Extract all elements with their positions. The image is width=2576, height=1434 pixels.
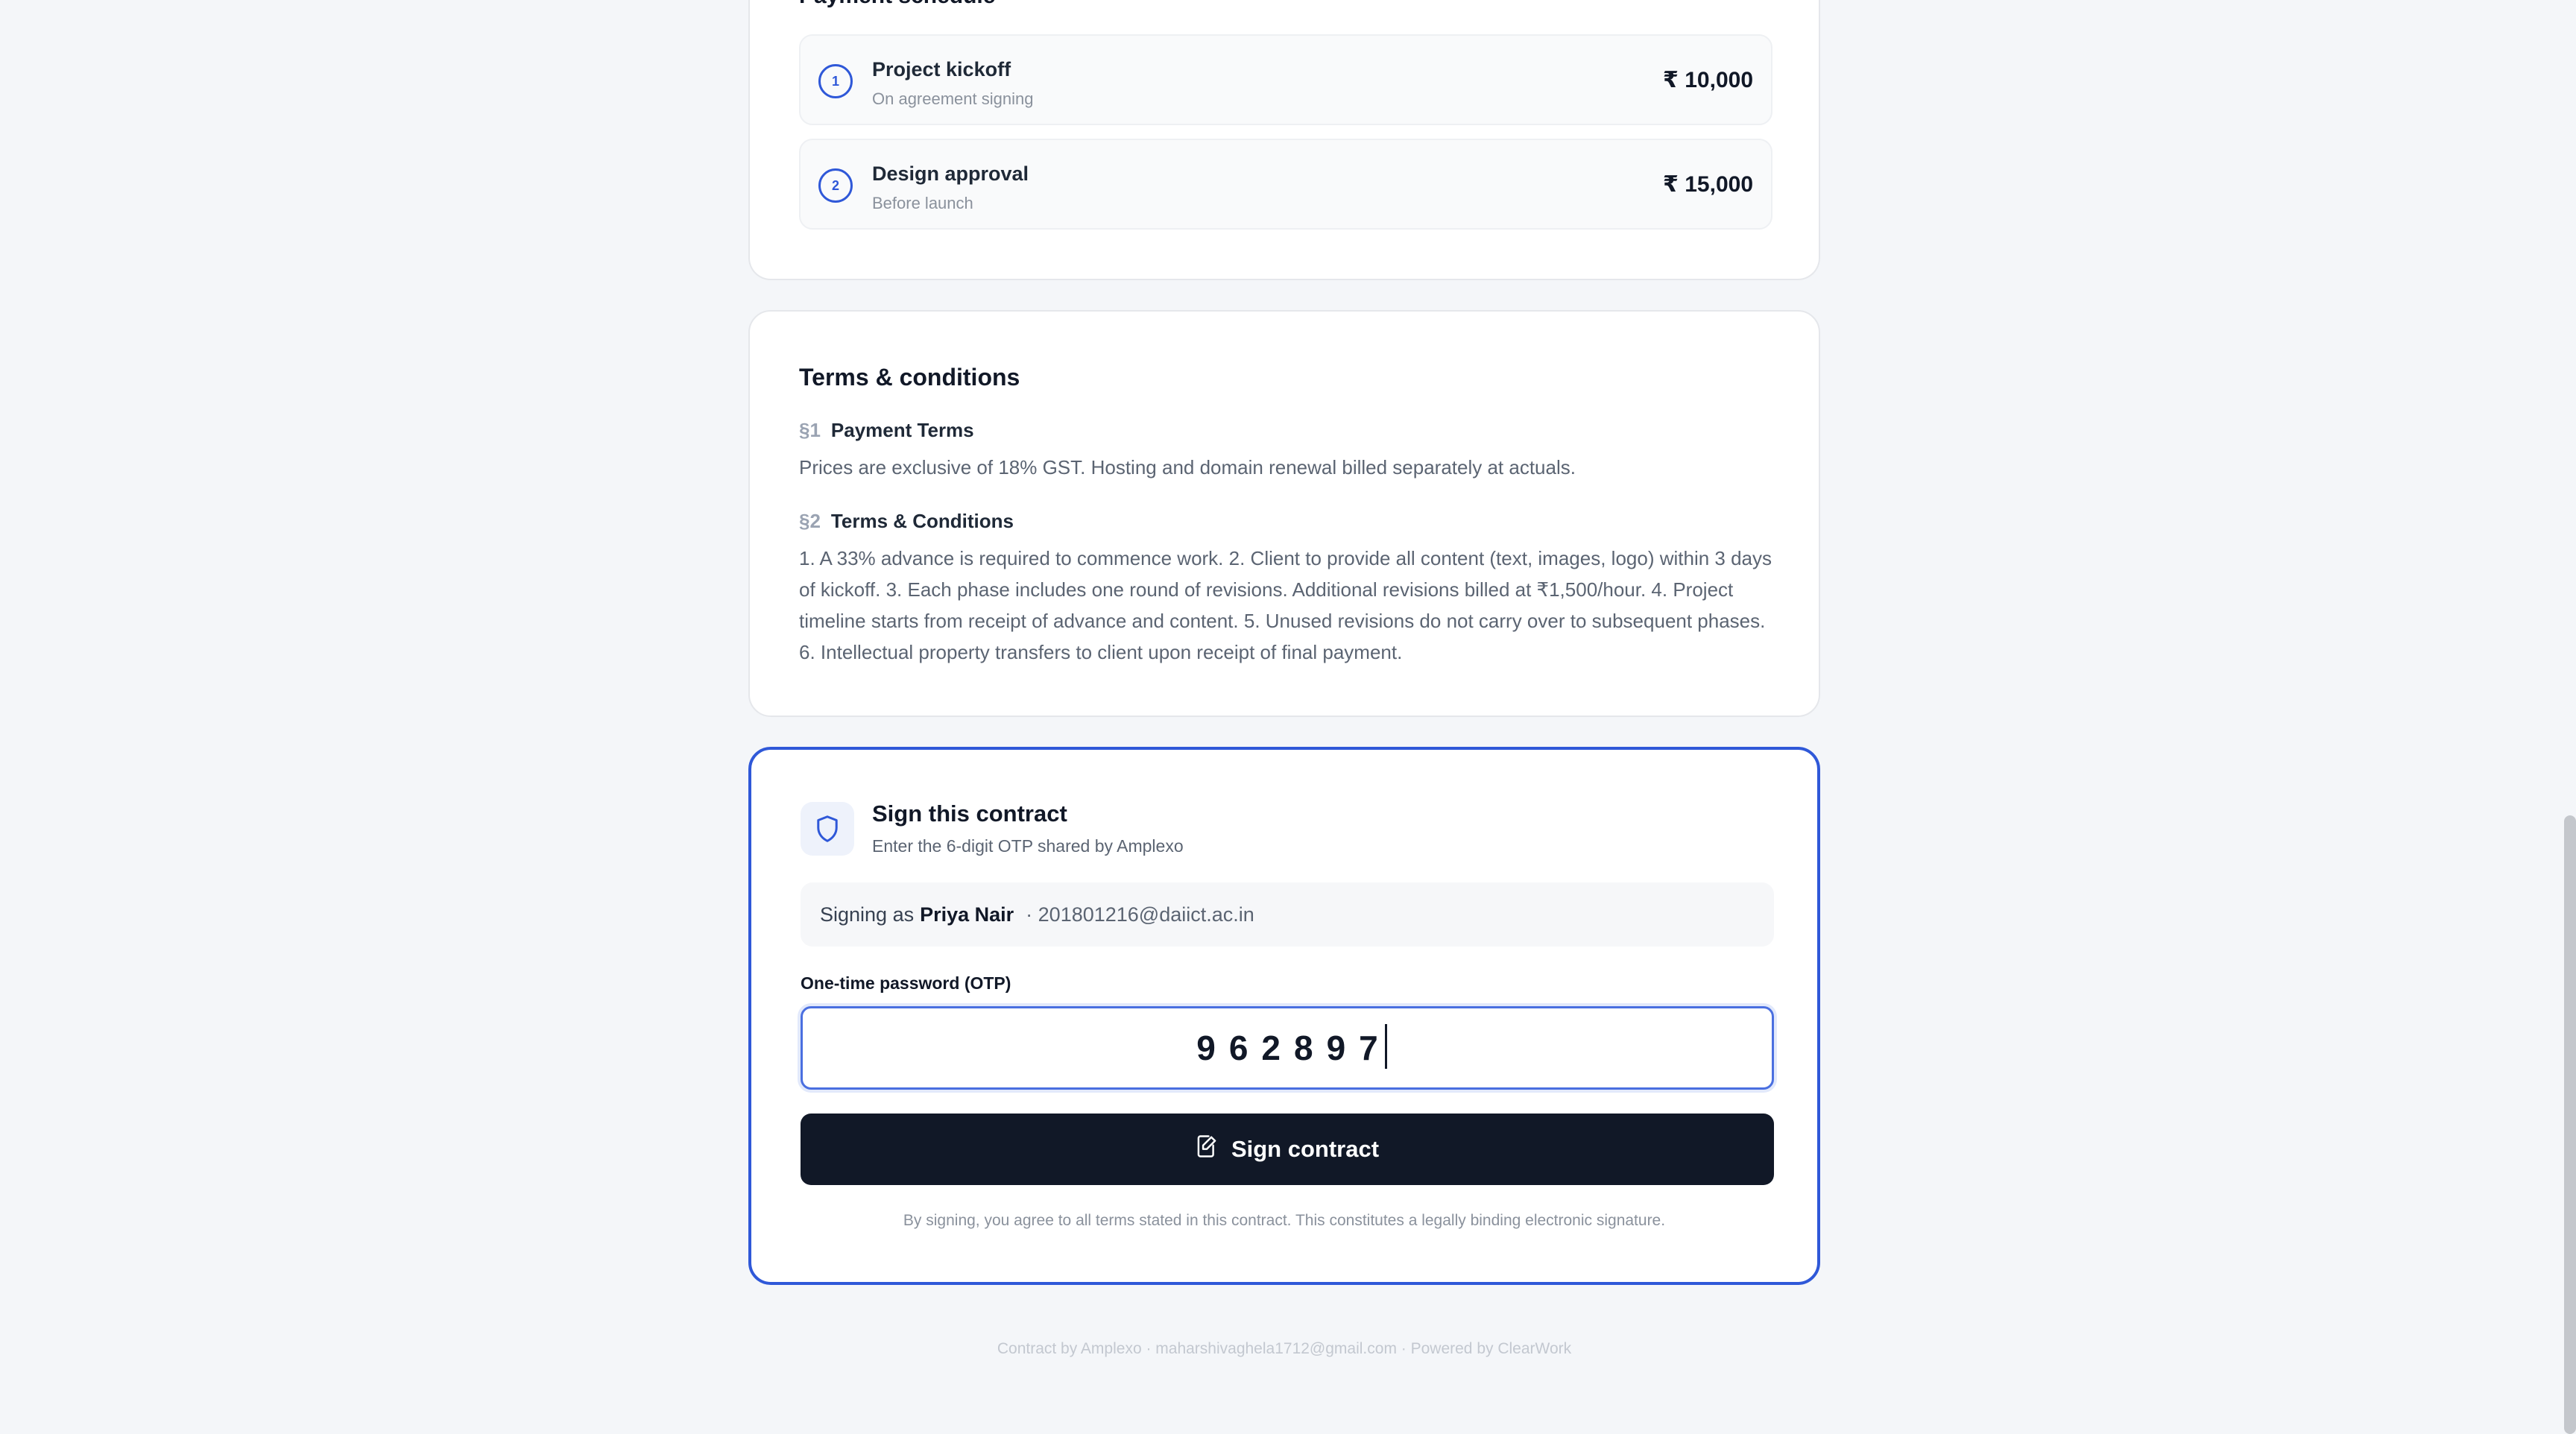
signer-email: · 201801216@daiict.ac.in [1026, 903, 1254, 926]
clause-body: 1. A 33% advance is required to commence… [799, 547, 1772, 663]
clause-body: Prices are exclusive of 18% GST. Hosting… [799, 456, 1576, 478]
sign-title: Sign this contract [872, 800, 1067, 827]
otp-input[interactable] [801, 1006, 1774, 1090]
text-caret [1385, 1024, 1387, 1069]
clause-section-number: §2 [799, 510, 821, 532]
payment-schedule-title: Payment schedule [799, 0, 995, 9]
milestone-amount: ₹ 15,000 [1663, 172, 1753, 197]
clause-heading: §1 Payment Terms [799, 419, 974, 442]
sign-contract-button[interactable]: Sign contract [801, 1114, 1774, 1185]
milestone-number: 1 [818, 64, 853, 98]
milestone-amount: ₹ 10,000 [1663, 68, 1753, 92]
signature-icon [1196, 1134, 1218, 1164]
scrollbar-thumb[interactable] [2564, 815, 2576, 1434]
clause-section-number: §1 [799, 419, 821, 441]
signer-info: Signing as Priya Nair · 201801216@daiict… [801, 882, 1774, 947]
sign-contract-card: Sign this contract Enter the 6-digit OTP… [748, 747, 1820, 1285]
milestone-subtitle: Before launch [872, 194, 973, 212]
contract-page: Payment schedule 1 Project kickoff On ag… [0, 0, 2576, 1434]
milestone-subtitle: On agreement signing [872, 89, 1034, 108]
sign-subtitle: Enter the 6-digit OTP shared by Amplexo [872, 836, 1184, 856]
legal-disclaimer: By signing, you agree to all terms state… [903, 1212, 1666, 1229]
shield-icon [801, 802, 854, 856]
milestone-number: 2 [818, 168, 853, 203]
otp-label: One-time password (OTP) [801, 973, 1011, 993]
milestone-item: 1 Project kickoff On agreement signing ₹… [799, 34, 1772, 125]
milestone-title: Design approval [872, 162, 1029, 185]
sign-contract-label: Sign contract [1231, 1136, 1380, 1162]
signer-name: Priya Nair [920, 903, 1014, 926]
milestone-title: Project kickoff [872, 58, 1011, 80]
clause-heading: §2 Terms & Conditions [799, 510, 1014, 533]
payment-schedule-card: Payment schedule 1 Project kickoff On ag… [748, 0, 1820, 280]
terms-card: Terms & conditions §1 Payment Terms Price… [748, 310, 1820, 717]
clause-title: Terms & Conditions [830, 510, 1014, 532]
signing-as-label: Signing as [820, 903, 915, 926]
clause-title: Payment Terms [830, 419, 974, 441]
terms-heading: Terms & conditions [799, 364, 1020, 391]
page-footer: Contract by Amplexo · maharshivaghela171… [997, 1340, 1572, 1357]
milestone-item: 2 Design approval Before launch ₹ 15,000 [799, 139, 1772, 230]
